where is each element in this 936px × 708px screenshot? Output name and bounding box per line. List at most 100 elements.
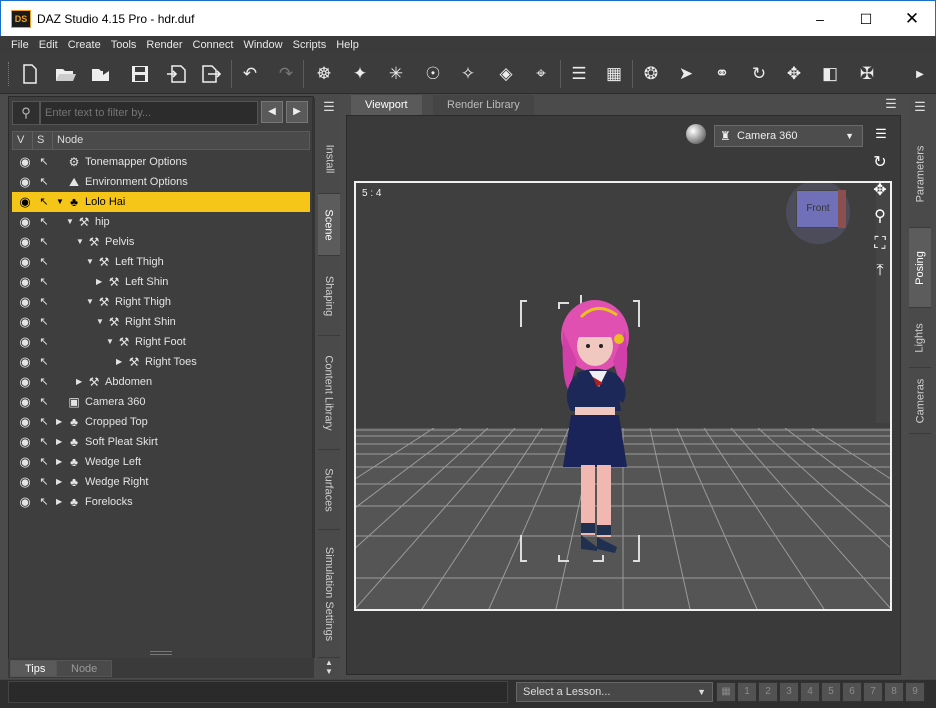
selectable-cursor-icon[interactable]: ↖ — [37, 412, 51, 432]
new-file-icon[interactable] — [16, 60, 44, 88]
menu-help[interactable]: Help — [331, 36, 364, 54]
grid-icon[interactable]: ▦ — [600, 60, 628, 88]
tree-row-camera-360[interactable]: ◉ ↖ ▣ Camera 360 — [12, 392, 310, 412]
filter-input[interactable] — [40, 101, 258, 125]
selectable-cursor-icon[interactable]: ↖ — [37, 252, 51, 272]
visibility-eye-icon[interactable]: ◉ — [15, 452, 35, 472]
tree-row-tonemapper-options[interactable]: ◉ ↖ ⚙ Tonemapper Options — [12, 152, 310, 172]
tab-surfaces[interactable]: Surfaces — [318, 450, 340, 530]
pan-icon[interactable]: ✥ — [868, 180, 892, 202]
camera-select[interactable]: ♜ Camera 360 ▼ — [714, 125, 863, 147]
visibility-eye-icon[interactable]: ◉ — [15, 232, 35, 252]
tab-parameters[interactable]: Parameters — [909, 120, 931, 228]
tree-row-cropped-top[interactable]: ◉ ↖ ▶ ♣ Cropped Top — [12, 412, 310, 432]
search-icon[interactable]: ⚲ — [12, 101, 40, 125]
minimize-icon[interactable]: – — [797, 1, 843, 37]
tree-row-left-shin[interactable]: ◉ ↖ ▶ ⚒ Left Shin — [12, 272, 310, 292]
toolbar-grip[interactable] — [8, 62, 11, 86]
character-figure[interactable] — [541, 291, 641, 571]
open-file-icon[interactable] — [52, 60, 80, 88]
scene-tool-icon[interactable]: ☸ — [310, 60, 338, 88]
menu-create[interactable]: Create — [63, 36, 106, 54]
selectable-cursor-icon[interactable]: ↖ — [37, 352, 51, 372]
tab-install[interactable]: Install — [318, 124, 340, 194]
selectable-cursor-icon[interactable]: ↖ — [37, 312, 51, 332]
universal-tool-icon[interactable]: ✦ — [346, 60, 374, 88]
tab-cameras[interactable]: Cameras — [909, 368, 931, 434]
arrow-right-icon[interactable]: ▶ — [286, 101, 308, 123]
lesson-step[interactable]: 4 — [800, 682, 820, 702]
orbit-icon[interactable]: ↻ — [868, 152, 892, 174]
menu-render[interactable]: Render — [141, 36, 187, 54]
menu-scripts[interactable]: Scripts — [288, 36, 332, 54]
selectable-cursor-icon[interactable]: ↖ — [37, 372, 51, 392]
node-weight-icon[interactable]: ◈ — [492, 60, 520, 88]
redo-icon[interactable]: ↷ — [272, 60, 300, 88]
pose-tool-icon[interactable]: ✧ — [454, 60, 482, 88]
lesson-step[interactable]: 3 — [779, 682, 799, 702]
tree-row-right-toes[interactable]: ◉ ↖ ▶ ⚒ Right Toes — [12, 352, 310, 372]
view-cube[interactable]: Front — [786, 183, 850, 244]
selectable-cursor-icon[interactable]: ↖ — [37, 192, 51, 212]
tab-simulation-settings[interactable]: Simulation Settings — [318, 530, 340, 658]
spot-render-icon[interactable]: ⚭ — [708, 60, 736, 88]
lesson-step[interactable]: 6 — [842, 682, 862, 702]
selectable-cursor-icon[interactable]: ↖ — [37, 452, 51, 472]
visibility-eye-icon[interactable]: ◉ — [15, 332, 35, 352]
tab-tips[interactable]: Tips — [10, 660, 61, 677]
pane-options-icon[interactable]: ☰ — [318, 96, 340, 118]
close-icon[interactable]: ✕ — [889, 1, 935, 37]
visibility-eye-icon[interactable]: ◉ — [15, 392, 35, 412]
selectable-cursor-icon[interactable]: ↖ — [37, 432, 51, 452]
selectable-cursor-icon[interactable]: ↖ — [37, 292, 51, 312]
selectable-cursor-icon[interactable]: ↖ — [37, 212, 51, 232]
selectable-cursor-icon[interactable]: ↖ — [37, 152, 51, 172]
tree-row-forelocks[interactable]: ◉ ↖ ▶ ♣ Forelocks — [12, 492, 310, 512]
pointer-icon[interactable]: ➤ — [672, 60, 700, 88]
visibility-eye-icon[interactable]: ◉ — [15, 432, 35, 452]
zoom-icon[interactable]: ⚲ — [868, 206, 892, 228]
tab-scene[interactable]: Scene — [318, 194, 340, 256]
lesson-step[interactable]: 5 — [821, 682, 841, 702]
resize-grip[interactable] — [150, 651, 172, 655]
visibility-eye-icon[interactable]: ◉ — [15, 312, 35, 332]
tree-row-soft-pleat-skirt[interactable]: ◉ ↖ ▶ ♣ Soft Pleat Skirt — [12, 432, 310, 452]
active-pose-icon[interactable]: ✳ — [382, 60, 410, 88]
pane-options-icon[interactable]: ☰ — [882, 96, 900, 112]
visibility-eye-icon[interactable]: ◉ — [15, 352, 35, 372]
view-cube-face[interactable]: Front — [796, 190, 840, 228]
selectable-cursor-icon[interactable]: ↖ — [37, 172, 51, 192]
selectable-cursor-icon[interactable]: ↖ — [37, 332, 51, 352]
visibility-eye-icon[interactable]: ◉ — [15, 372, 35, 392]
pane-options-icon[interactable]: ☰ — [909, 96, 931, 118]
tree-row-right-thigh[interactable]: ◉ ↖ ▼ ⚒ Right Thigh — [12, 292, 310, 312]
tab-viewport[interactable]: Viewport — [351, 95, 422, 115]
visibility-eye-icon[interactable]: ◉ — [15, 272, 35, 292]
reset-view-icon[interactable]: ⤒ — [868, 260, 892, 282]
lesson-step[interactable]: 1 — [737, 682, 757, 702]
undo-icon[interactable]: ↶ — [236, 60, 264, 88]
align-icon[interactable]: ☰ — [565, 60, 593, 88]
tree-row-wedge-right[interactable]: ◉ ↖ ▶ ♣ Wedge Right — [12, 472, 310, 492]
visibility-eye-icon[interactable]: ◉ — [15, 192, 35, 212]
visibility-eye-icon[interactable]: ◉ — [15, 292, 35, 312]
rotate-tool-icon[interactable]: ☉ — [419, 60, 447, 88]
merge-file-icon[interactable] — [88, 60, 116, 88]
lesson-step[interactable]: 9 — [905, 682, 925, 702]
tree-row-right-foot[interactable]: ◉ ↖ ▼ ⚒ Right Foot — [12, 332, 310, 352]
draw-style-icon[interactable] — [686, 124, 706, 144]
column-visible[interactable]: V — [13, 132, 33, 149]
viewport-canvas[interactable]: 5 : 4 Front — [354, 181, 892, 611]
maximize-icon[interactable]: ☐ — [843, 1, 889, 37]
tree-row-wedge-left[interactable]: ◉ ↖ ▶ ♣ Wedge Left — [12, 452, 310, 472]
tab-render-library[interactable]: Render Library — [433, 95, 534, 115]
tree-row-hip[interactable]: ◉ ↖ ▼ ⚒ hip — [12, 212, 310, 232]
visibility-eye-icon[interactable]: ◉ — [15, 152, 35, 172]
tab-scroll-icon[interactable]: ▲ ▼ — [322, 658, 336, 676]
tab-lights[interactable]: Lights — [909, 308, 931, 368]
export-icon[interactable] — [198, 60, 226, 88]
tab-shaping[interactable]: Shaping — [318, 256, 340, 336]
visibility-eye-icon[interactable]: ◉ — [15, 412, 35, 432]
arrow-left-icon[interactable]: ◀ — [261, 101, 283, 123]
selectable-cursor-icon[interactable]: ↖ — [37, 232, 51, 252]
